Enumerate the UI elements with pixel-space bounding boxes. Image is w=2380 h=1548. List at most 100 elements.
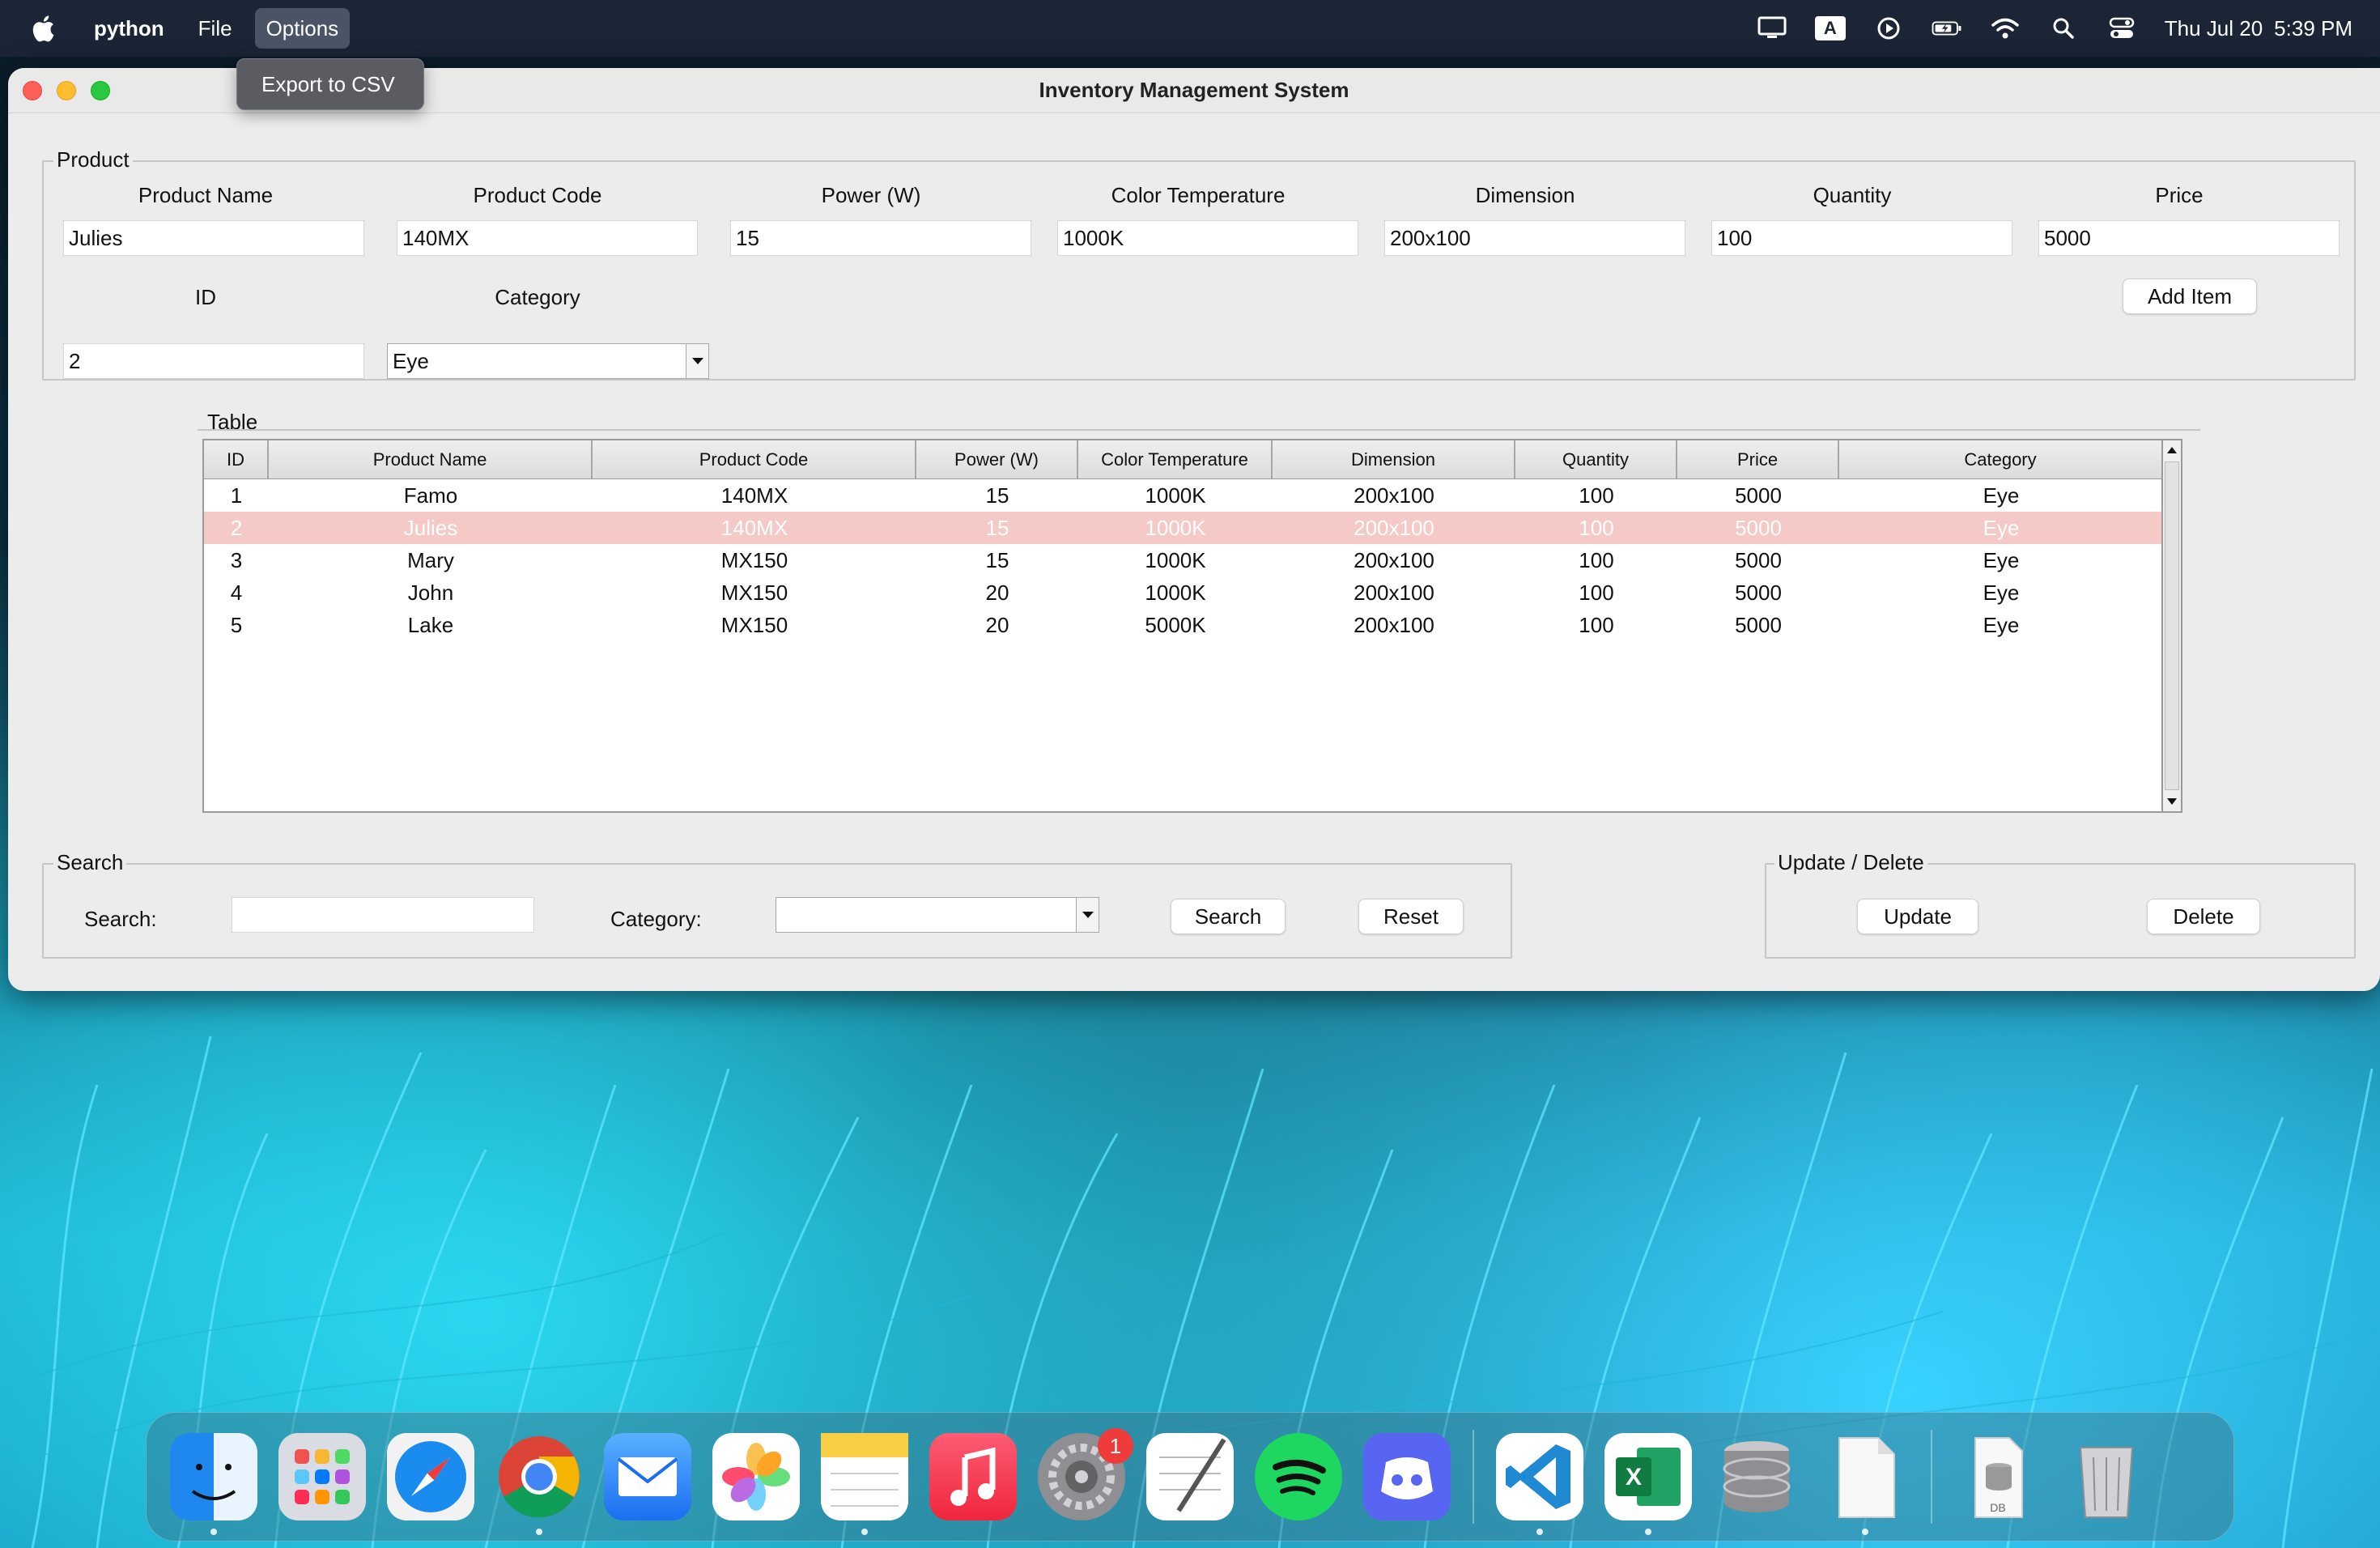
power-label: Power (W) bbox=[821, 183, 921, 207]
price-field[interactable]: 5000 bbox=[2038, 220, 2340, 256]
product-name-field[interactable]: Julies bbox=[63, 220, 364, 256]
search-group: Search Search: Category: Search Reset bbox=[42, 850, 1512, 959]
update-delete-group-label: Update / Delete bbox=[1774, 850, 1927, 875]
chevron-down-icon[interactable] bbox=[1076, 898, 1099, 932]
safari-icon[interactable] bbox=[387, 1433, 474, 1520]
system-settings-icon[interactable]: 1 bbox=[1038, 1428, 1133, 1520]
svg-text:X: X bbox=[1626, 1464, 1642, 1491]
column-header-power[interactable]: Power (W) bbox=[916, 440, 1078, 478]
menu-options[interactable]: Options bbox=[254, 8, 351, 49]
zoom-window-button[interactable] bbox=[91, 81, 110, 100]
column-header-product-code[interactable]: Product Code bbox=[593, 440, 916, 478]
apple-icon[interactable] bbox=[31, 15, 55, 42]
options-dropdown-export-csv[interactable]: Export to CSV bbox=[236, 58, 424, 110]
delete-button[interactable]: Delete bbox=[2147, 899, 2260, 934]
db-file-icon[interactable]: DB bbox=[1954, 1433, 2042, 1520]
close-window-button[interactable] bbox=[23, 81, 42, 100]
app-menu-python[interactable]: python bbox=[83, 8, 176, 49]
date-text: Thu Jul 20 bbox=[2164, 15, 2263, 40]
category-combobox-value: Eye bbox=[393, 348, 429, 373]
scrollbar-track[interactable] bbox=[2165, 461, 2179, 790]
excel-icon[interactable]: X bbox=[1604, 1433, 1692, 1535]
search-button[interactable]: Search bbox=[1171, 899, 1286, 934]
spotify-icon[interactable] bbox=[1255, 1433, 1342, 1520]
chrome-icon[interactable] bbox=[495, 1433, 583, 1535]
column-header-color-temperature[interactable]: Color Temperature bbox=[1078, 440, 1273, 478]
play-icon[interactable] bbox=[1873, 15, 1904, 42]
table-row[interactable]: 5 Lake MX150 20 5000K 200x100 100 5000 Eye bbox=[204, 609, 2163, 641]
category-label: Category bbox=[495, 285, 580, 309]
cell-color-temperature: 1000K bbox=[1145, 580, 1206, 605]
color-temperature-field[interactable]: 1000K bbox=[1057, 220, 1358, 256]
power-field[interactable]: 15 bbox=[730, 220, 1031, 256]
battery-icon[interactable] bbox=[1932, 15, 1962, 42]
column-header-dimension[interactable]: Dimension bbox=[1273, 440, 1515, 478]
textedit-icon[interactable] bbox=[1146, 1433, 1234, 1520]
cell-color-temperature: 1000K bbox=[1145, 483, 1206, 508]
column-header-id[interactable]: ID bbox=[204, 440, 269, 478]
music-icon[interactable] bbox=[929, 1433, 1017, 1520]
notification-badge: 1 bbox=[1098, 1428, 1133, 1464]
column-header-product-name[interactable]: Product Name bbox=[269, 440, 593, 478]
discord-icon[interactable] bbox=[1363, 1433, 1451, 1520]
finder-icon[interactable] bbox=[170, 1433, 257, 1535]
notes-icon[interactable] bbox=[821, 1433, 908, 1535]
cell-id: 4 bbox=[230, 580, 243, 605]
add-item-button[interactable]: Add Item bbox=[2123, 279, 2257, 314]
cell-quantity: 100 bbox=[1579, 547, 1614, 572]
search-input[interactable] bbox=[232, 897, 534, 933]
cell-product-code: MX150 bbox=[720, 612, 788, 637]
cell-category: Eye bbox=[1983, 483, 2020, 508]
cell-price: 5000 bbox=[1735, 580, 1782, 605]
cell-power: 15 bbox=[985, 515, 1009, 540]
id-field[interactable]: 2 bbox=[63, 343, 364, 379]
cell-category: Eye bbox=[1983, 515, 2020, 540]
input-source-icon[interactable]: A bbox=[1814, 15, 1846, 42]
vscode-icon[interactable] bbox=[1496, 1433, 1583, 1535]
cell-product-code: MX150 bbox=[720, 547, 788, 572]
table-row[interactable]: 1 Famo 140MX 15 1000K 200x100 100 5000 Eye bbox=[204, 479, 2163, 512]
launchpad-icon[interactable] bbox=[278, 1433, 366, 1520]
menubar-clock[interactable]: Thu Jul 20 5:39 PM bbox=[2165, 16, 2352, 41]
running-indicator bbox=[1862, 1529, 1868, 1535]
search-icon[interactable] bbox=[2048, 15, 2079, 42]
cell-dimension: 200x100 bbox=[1354, 580, 1434, 605]
table-header: ID Product Name Product Code Power (W) C… bbox=[204, 440, 2163, 479]
column-header-category[interactable]: Category bbox=[1839, 440, 2163, 478]
product-code-field[interactable]: 140MX bbox=[397, 220, 698, 256]
minimize-window-button[interactable] bbox=[57, 81, 76, 100]
control-center-icon[interactable] bbox=[2106, 15, 2137, 42]
update-button[interactable]: Update bbox=[1857, 899, 1978, 934]
product-group: Product Product Name Product Code Power … bbox=[42, 147, 2356, 381]
app-window: Inventory Management System Product Prod… bbox=[8, 68, 2380, 991]
reset-button[interactable]: Reset bbox=[1358, 899, 1464, 934]
cell-price: 5000 bbox=[1735, 483, 1782, 508]
column-header-price[interactable]: Price bbox=[1677, 440, 1839, 478]
dimension-field[interactable]: 200x100 bbox=[1384, 220, 1685, 256]
mail-icon[interactable] bbox=[604, 1433, 691, 1520]
cell-color-temperature: 5000K bbox=[1145, 612, 1206, 637]
search-label: Search: bbox=[84, 907, 157, 931]
scroll-down-icon[interactable] bbox=[2163, 792, 2181, 811]
database-icon[interactable] bbox=[1713, 1433, 1800, 1520]
chevron-down-icon[interactable] bbox=[686, 344, 708, 378]
menu-file[interactable]: File bbox=[187, 8, 244, 49]
table-row[interactable]: 3 Mary MX150 15 1000K 200x100 100 5000 Eye bbox=[204, 544, 2163, 576]
table-row[interactable]: 2 Julies 140MX 15 1000K 200x100 100 5000 Eye bbox=[204, 512, 2163, 544]
display-icon[interactable] bbox=[1757, 15, 1787, 42]
document-icon[interactable] bbox=[1821, 1433, 1909, 1535]
column-header-quantity[interactable]: Quantity bbox=[1515, 440, 1677, 478]
quantity-field[interactable]: 100 bbox=[1711, 220, 2012, 256]
trash-icon[interactable] bbox=[2063, 1433, 2150, 1520]
table-scrollbar[interactable] bbox=[2161, 439, 2182, 813]
table-row[interactable]: 4 John MX150 20 1000K 200x100 100 5000 Eye bbox=[204, 576, 2163, 609]
product-name-label: Product Name bbox=[138, 183, 274, 207]
cell-power: 15 bbox=[985, 547, 1009, 572]
search-category-combobox[interactable] bbox=[776, 897, 1099, 933]
scroll-up-icon[interactable] bbox=[2163, 440, 2181, 460]
photos-icon[interactable] bbox=[712, 1433, 800, 1520]
inventory-table[interactable]: ID Product Name Product Code Power (W) C… bbox=[202, 439, 2182, 813]
wifi-icon[interactable] bbox=[1990, 15, 2021, 42]
cell-power: 15 bbox=[985, 483, 1009, 508]
category-combobox[interactable]: Eye bbox=[387, 343, 709, 379]
